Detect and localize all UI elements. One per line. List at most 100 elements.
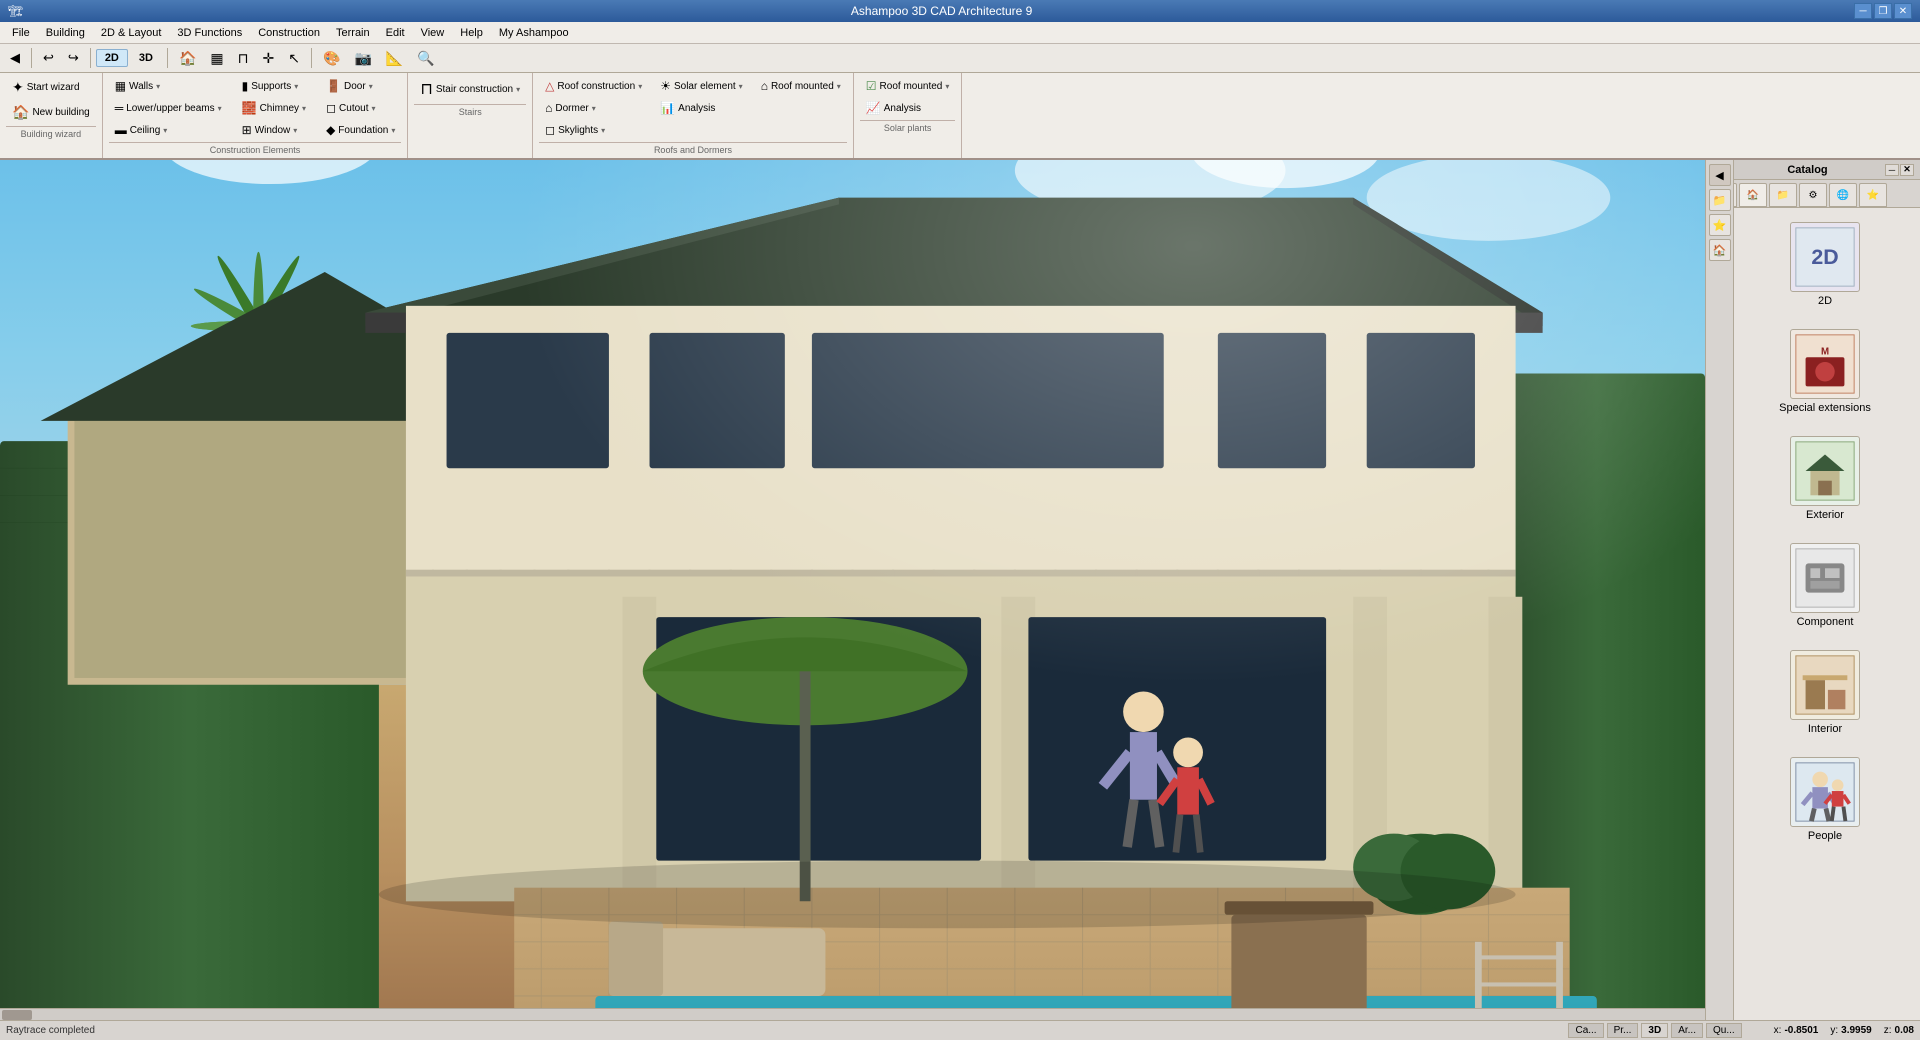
tb-stairs[interactable]: ⊓ bbox=[232, 47, 255, 70]
roof-construction-label: Roof construction bbox=[557, 81, 635, 92]
title-bar: 🏗 Ashampoo 3D CAD Architecture 9 ─ ❐ ✕ bbox=[0, 0, 1920, 22]
cat-nav-btn-2[interactable]: 📁 bbox=[1709, 208, 1731, 211]
tb-back-btn[interactable]: ◀ bbox=[4, 47, 26, 69]
svg-text:2D: 2D bbox=[1811, 245, 1838, 269]
tab-catalog[interactable]: Ca... bbox=[1568, 1023, 1603, 1038]
roof-construction-button[interactable]: △ Roof construction ▾ bbox=[539, 76, 648, 96]
dormer-button[interactable]: ⌂ Dormer ▾ bbox=[539, 98, 648, 118]
scroll-thumb[interactable] bbox=[2, 1010, 32, 1020]
catalog-tab-globe[interactable]: 🌐 bbox=[1829, 183, 1857, 207]
catalog-item-component[interactable]: Component bbox=[1738, 537, 1912, 634]
start-wizard-button[interactable]: ✦ Start wizard bbox=[6, 76, 86, 99]
catalog-item-special-extensions[interactable]: M Special extensions bbox=[1738, 323, 1912, 420]
tab-archive[interactable]: Ar... bbox=[1671, 1023, 1703, 1038]
tb-camera[interactable]: 📷 bbox=[348, 47, 377, 70]
menu-2d-layout[interactable]: 2D & Layout bbox=[93, 22, 170, 44]
catalog-item-interior[interactable]: Interior bbox=[1738, 644, 1912, 741]
cat-label-component: Component bbox=[1797, 616, 1854, 628]
catalog-minimize[interactable]: ─ bbox=[1885, 164, 1899, 176]
construction-elements-title: Construction Elements bbox=[109, 142, 402, 155]
tb-walls[interactable]: ▦ bbox=[204, 47, 229, 70]
title-left: 🏗 bbox=[8, 4, 29, 18]
analysis-label: Analysis bbox=[678, 103, 715, 114]
menu-file[interactable]: File bbox=[4, 22, 38, 44]
foundation-icon: ◆ bbox=[326, 123, 335, 137]
catalog-tab-settings[interactable]: ⚙ bbox=[1799, 183, 1827, 207]
door-icon: 🚪 bbox=[326, 79, 341, 93]
roof-mounted-button[interactable]: ⌂ Roof mounted ▾ bbox=[755, 76, 847, 96]
ceiling-arrow: ▾ bbox=[163, 126, 167, 135]
catalog-controls: ─ ✕ bbox=[1885, 164, 1914, 176]
construction-col-3: 🚪 Door ▾ ◻ Cutout ▾ ◆ Foundation ▾ bbox=[320, 76, 401, 140]
analysis-button[interactable]: 📊 Analysis bbox=[654, 98, 748, 118]
solar-analysis-button[interactable]: 📈 Analysis bbox=[860, 98, 927, 118]
cat-thumb-component bbox=[1790, 543, 1860, 613]
ceiling-icon: ▬ bbox=[115, 123, 127, 137]
supports-button[interactable]: ▮ Supports ▾ bbox=[236, 76, 312, 96]
catalog-body: ◀ 📁 ⭐ 🏠 2D bbox=[1706, 208, 1920, 1020]
cat-nav-btn-3[interactable]: ⭐ bbox=[1709, 214, 1731, 236]
menu-help[interactable]: Help bbox=[452, 22, 491, 44]
solar-roof-mounted-button[interactable]: ☑ Roof mounted ▾ bbox=[860, 76, 956, 96]
window-label: Window bbox=[255, 125, 291, 136]
menu-view[interactable]: View bbox=[413, 22, 453, 44]
catalog-tab-home[interactable]: 🏠 bbox=[1739, 183, 1767, 207]
viewport[interactable] bbox=[0, 160, 1705, 1020]
lower-upper-beams-button[interactable]: ═ Lower/upper beams ▾ bbox=[109, 98, 228, 118]
catalog-item-exterior[interactable]: Exterior bbox=[1738, 430, 1912, 527]
catalog-tab-folder[interactable]: 📁 bbox=[1769, 183, 1797, 207]
tb-redo[interactable]: ↪ bbox=[62, 47, 85, 69]
tab-quality[interactable]: Qu... bbox=[1706, 1023, 1742, 1038]
menu-edit[interactable]: Edit bbox=[378, 22, 413, 44]
walls-button[interactable]: ▦ Walls ▾ bbox=[109, 76, 228, 96]
close-button[interactable]: ✕ bbox=[1894, 3, 1912, 19]
catalog-panel: 🗂 Catalog ─ ✕ ◀ 🏠 📁 ⚙ 🌐 ⭐ ◀ bbox=[1705, 160, 1920, 1020]
ribbon-roofs-dormers: △ Roof construction ▾ ⌂ Dormer ▾ ◻ Skyli… bbox=[533, 73, 854, 158]
tab-properties[interactable]: Pr... bbox=[1607, 1023, 1639, 1038]
skylights-button[interactable]: ◻ Skylights ▾ bbox=[539, 120, 648, 140]
restore-button[interactable]: ❐ bbox=[1874, 3, 1892, 19]
tb-2d-mode[interactable]: 2D bbox=[96, 49, 128, 67]
beams-arrow: ▾ bbox=[218, 104, 222, 113]
cutout-button[interactable]: ◻ Cutout ▾ bbox=[320, 98, 401, 118]
foundation-button[interactable]: ◆ Foundation ▾ bbox=[320, 120, 401, 140]
cat-nav-btn-4[interactable]: 🏠 bbox=[1709, 239, 1731, 261]
menu-my-ashampoo[interactable]: My Ashampoo bbox=[491, 22, 577, 44]
tb-measure[interactable]: 📐 bbox=[380, 47, 409, 70]
tb-3d-mode[interactable]: 3D bbox=[130, 49, 162, 67]
tab-3d[interactable]: 3D bbox=[1641, 1023, 1668, 1038]
ceiling-button[interactable]: ▬ Ceiling ▾ bbox=[109, 120, 228, 140]
status-bar: Raytrace completed Ca... Pr... 3D Ar... … bbox=[0, 1020, 1920, 1040]
new-building-button[interactable]: 🏠 New building bbox=[6, 101, 96, 124]
stair-construction-button[interactable]: ⊓ Stair construction ▾ bbox=[414, 76, 526, 102]
tb-house[interactable]: 🏠 bbox=[173, 47, 202, 70]
window-button[interactable]: ⊞ Window ▾ bbox=[236, 120, 312, 140]
solar-analysis-label: Analysis bbox=[884, 103, 921, 114]
tb-undo[interactable]: ↩ bbox=[37, 47, 60, 69]
door-button[interactable]: 🚪 Door ▾ bbox=[320, 76, 401, 96]
menu-terrain[interactable]: Terrain bbox=[328, 22, 378, 44]
tb-select[interactable]: ↖ bbox=[282, 47, 306, 70]
tb-render[interactable]: 🎨 bbox=[317, 47, 346, 70]
building-wizard-buttons: ✦ Start wizard bbox=[6, 76, 86, 99]
menu-building[interactable]: Building bbox=[38, 22, 93, 44]
tb-zoom[interactable]: 🔍 bbox=[411, 47, 440, 70]
menu-3d-functions[interactable]: 3D Functions bbox=[169, 22, 250, 44]
solar-element-button[interactable]: ☀ Solar element ▾ bbox=[654, 76, 748, 96]
menu-construction[interactable]: Construction bbox=[250, 22, 328, 44]
walls-icon: ▦ bbox=[115, 79, 126, 93]
ribbon: ✦ Start wizard 🏠 New building Building w… bbox=[0, 73, 1920, 160]
minimize-button[interactable]: ─ bbox=[1854, 3, 1872, 19]
tb-move[interactable]: ✛ bbox=[257, 47, 281, 70]
catalog-item-2d[interactable]: 2D 2D bbox=[1738, 216, 1912, 313]
wizard-icon: ✦ bbox=[12, 79, 24, 96]
chimney-button[interactable]: 🧱 Chimney ▾ bbox=[236, 98, 312, 118]
y-label: y: bbox=[1830, 1025, 1838, 1036]
house-icon: 🏠 bbox=[12, 104, 29, 121]
horizontal-scrollbar[interactable] bbox=[0, 1008, 1705, 1020]
catalog-item-people[interactable]: People bbox=[1738, 751, 1912, 848]
catalog-tab-star[interactable]: ⭐ bbox=[1859, 183, 1887, 207]
cat-label-special: Special extensions bbox=[1779, 402, 1871, 414]
skylights-label: Skylights bbox=[558, 125, 598, 136]
catalog-close[interactable]: ✕ bbox=[1900, 164, 1914, 176]
